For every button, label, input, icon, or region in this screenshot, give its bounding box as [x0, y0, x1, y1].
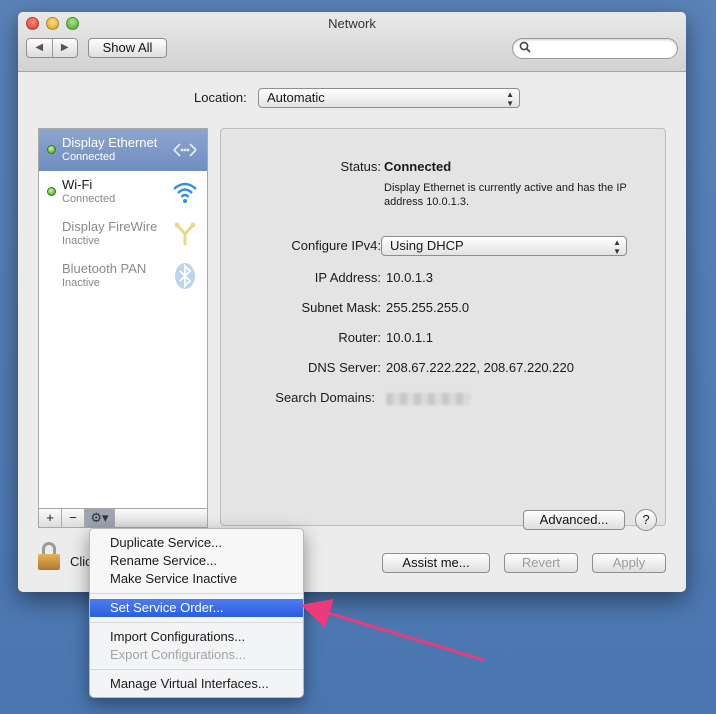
- annotation-arrow-icon: [300, 599, 485, 662]
